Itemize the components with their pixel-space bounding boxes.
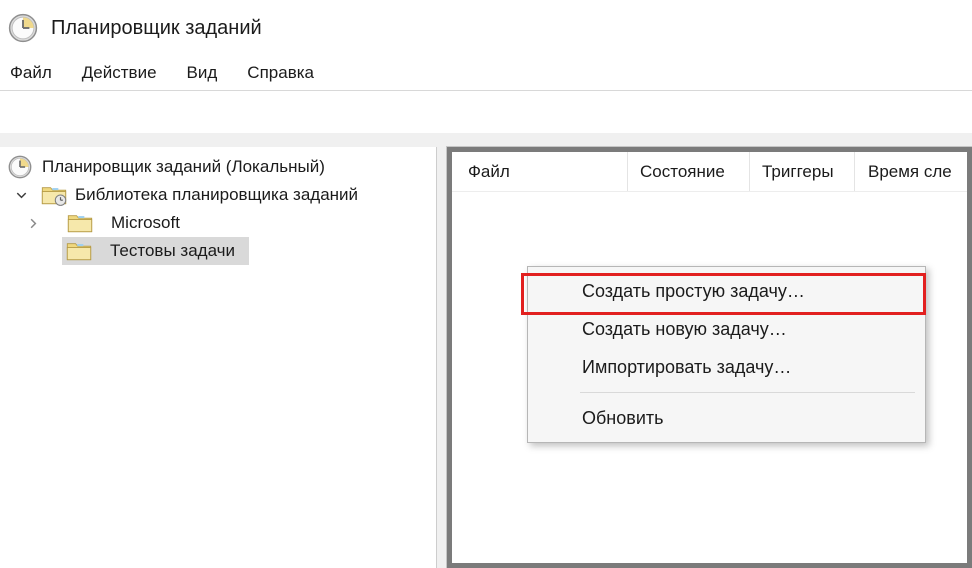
chevron-right-icon[interactable] — [26, 216, 41, 231]
tree-item-task-library[interactable]: Библиотека планировщика заданий — [0, 181, 436, 209]
column-header-file[interactable]: Файл — [452, 152, 628, 191]
folder-clock-icon — [41, 183, 67, 207]
pane-splitter[interactable] — [438, 147, 447, 568]
tree-item-test-tasks[interactable]: Тестовы задачи — [0, 237, 436, 265]
context-menu: Создать простую задачу… Создать новую за… — [527, 266, 926, 443]
menu-action[interactable]: Действие — [80, 61, 159, 85]
folder-icon — [66, 239, 92, 263]
menu-item-refresh[interactable]: Обновить — [528, 399, 925, 437]
column-header-next-run-time[interactable]: Время сле — [855, 152, 967, 191]
console-tree-pane: Планировщик заданий (Локальный) Библиоте… — [0, 147, 437, 568]
clock-icon — [8, 155, 34, 179]
menubar: Файл Действие Вид Справка — [0, 56, 972, 90]
tree-item-label: Microsoft — [111, 213, 180, 233]
menu-separator — [580, 392, 915, 393]
column-header-state[interactable]: Состояние — [628, 152, 750, 191]
menu-file[interactable]: Файл — [8, 61, 54, 85]
app-window: Планировщик заданий Файл Действие Вид Сп… — [0, 0, 972, 568]
menu-item-create-task[interactable]: Создать новую задачу… — [528, 310, 925, 348]
menu-item-import-task[interactable]: Импортировать задачу… — [528, 348, 925, 386]
folder-icon — [67, 211, 93, 235]
tree-selection: Тестовы задачи — [62, 237, 249, 265]
window-title: Планировщик заданий — [51, 17, 262, 40]
tree-item-scheduler-root[interactable]: Планировщик заданий (Локальный) — [0, 153, 436, 181]
chevron-down-icon[interactable] — [14, 188, 29, 203]
column-header-triggers[interactable]: Триггеры — [750, 152, 855, 191]
task-list-header: Файл Состояние Триггеры Время сле — [452, 152, 967, 192]
tree-item-label: Библиотека планировщика заданий — [75, 185, 358, 205]
titlebar: Планировщик заданий — [0, 0, 972, 56]
menu-item-create-basic-task[interactable]: Создать простую задачу… — [528, 272, 925, 310]
menu-help[interactable]: Справка — [245, 61, 316, 85]
clock-icon — [8, 13, 38, 43]
toolbar: ? — [0, 91, 972, 133]
tree-item-label: Тестовы задачи — [110, 241, 235, 261]
tree-item-label: Планировщик заданий (Локальный) — [42, 157, 325, 177]
menu-view[interactable]: Вид — [185, 61, 220, 85]
tree-item-microsoft[interactable]: Microsoft — [0, 209, 436, 237]
